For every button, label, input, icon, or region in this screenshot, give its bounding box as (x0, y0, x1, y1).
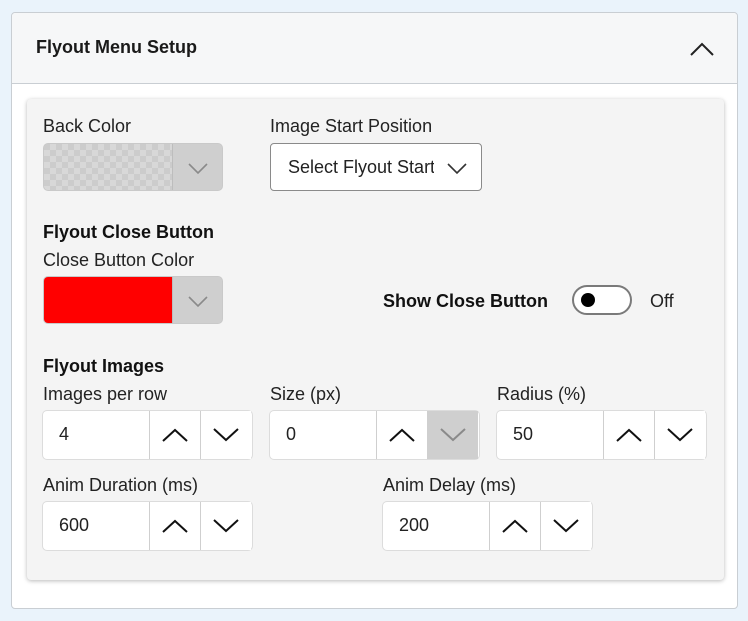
size-label: Size (px) (270, 384, 342, 404)
chevron-down-icon (188, 296, 208, 308)
images-per-row-decrement[interactable] (200, 411, 251, 459)
chevron-up-icon (502, 519, 528, 533)
size-input[interactable]: 0 (286, 424, 296, 445)
size-stepper: 0 (270, 411, 479, 459)
chevron-down-icon (213, 519, 239, 533)
anim-delay-input[interactable]: 200 (399, 515, 429, 536)
anim-delay-decrement[interactable] (540, 502, 591, 550)
images-per-row-increment[interactable] (149, 411, 200, 459)
chevron-up-icon (690, 42, 714, 56)
flyout-menu-setup-panel: Flyout Menu Setup Back Color Image Start… (11, 12, 738, 609)
chevron-down-icon (188, 163, 208, 175)
radius-stepper: 50 (497, 411, 706, 459)
anim-delay-increment[interactable] (489, 502, 540, 550)
close-button-color-swatch (44, 277, 174, 323)
anim-duration-stepper: 600 (43, 502, 252, 550)
size-decrement[interactable] (427, 411, 478, 459)
anim-duration-label: Anim Duration (ms) (43, 475, 199, 495)
toggle-knob (581, 293, 595, 307)
anim-delay-label: Anim Delay (ms) (383, 475, 517, 495)
anim-duration-decrement[interactable] (200, 502, 251, 550)
radius-decrement[interactable] (654, 411, 705, 459)
image-start-position-label: Image Start Position (270, 116, 433, 136)
back-color-label: Back Color (43, 116, 132, 136)
anim-delay-stepper: 200 (383, 502, 592, 550)
close-button-color-label: Close Button Color (43, 250, 195, 270)
flyout-close-button-heading: Flyout Close Button (43, 222, 214, 242)
chevron-up-icon (389, 428, 415, 442)
radius-label: Radius (%) (497, 384, 587, 404)
chevron-down-icon (667, 428, 693, 442)
image-start-position-select[interactable]: Select Flyout Start Position (270, 143, 482, 191)
images-per-row-input[interactable]: 4 (59, 424, 69, 445)
back-color-dropdown[interactable] (172, 144, 222, 190)
back-color-picker[interactable] (43, 143, 223, 191)
show-close-button-label: Show Close Button (383, 291, 548, 311)
toggle-state-label: Off (650, 291, 674, 311)
chevron-up-icon (162, 428, 188, 442)
panel-header[interactable]: Flyout Menu Setup (12, 13, 737, 84)
radius-input[interactable]: 50 (513, 424, 533, 445)
chevron-down-icon (553, 519, 579, 533)
show-close-button-toggle[interactable] (572, 285, 632, 315)
anim-duration-increment[interactable] (149, 502, 200, 550)
chevron-down-icon (440, 428, 466, 442)
anim-duration-input[interactable]: 600 (59, 515, 89, 536)
images-per-row-stepper: 4 (43, 411, 252, 459)
settings-card: Back Color Image Start Position Select F… (27, 99, 724, 580)
collapse-button[interactable] (689, 37, 715, 61)
chevron-up-icon (616, 428, 642, 442)
chevron-down-icon (213, 428, 239, 442)
close-button-color-dropdown[interactable] (172, 277, 222, 323)
chevron-down-icon (447, 163, 467, 175)
close-button-color-picker[interactable] (43, 276, 223, 324)
size-increment[interactable] (376, 411, 427, 459)
panel-title: Flyout Menu Setup (36, 37, 197, 57)
radius-increment[interactable] (603, 411, 654, 459)
flyout-images-heading: Flyout Images (43, 356, 165, 376)
images-per-row-label: Images per row (43, 384, 168, 404)
chevron-up-icon (162, 519, 188, 533)
back-color-swatch (44, 144, 174, 190)
image-start-position-value: Select Flyout Start Position (288, 157, 434, 177)
